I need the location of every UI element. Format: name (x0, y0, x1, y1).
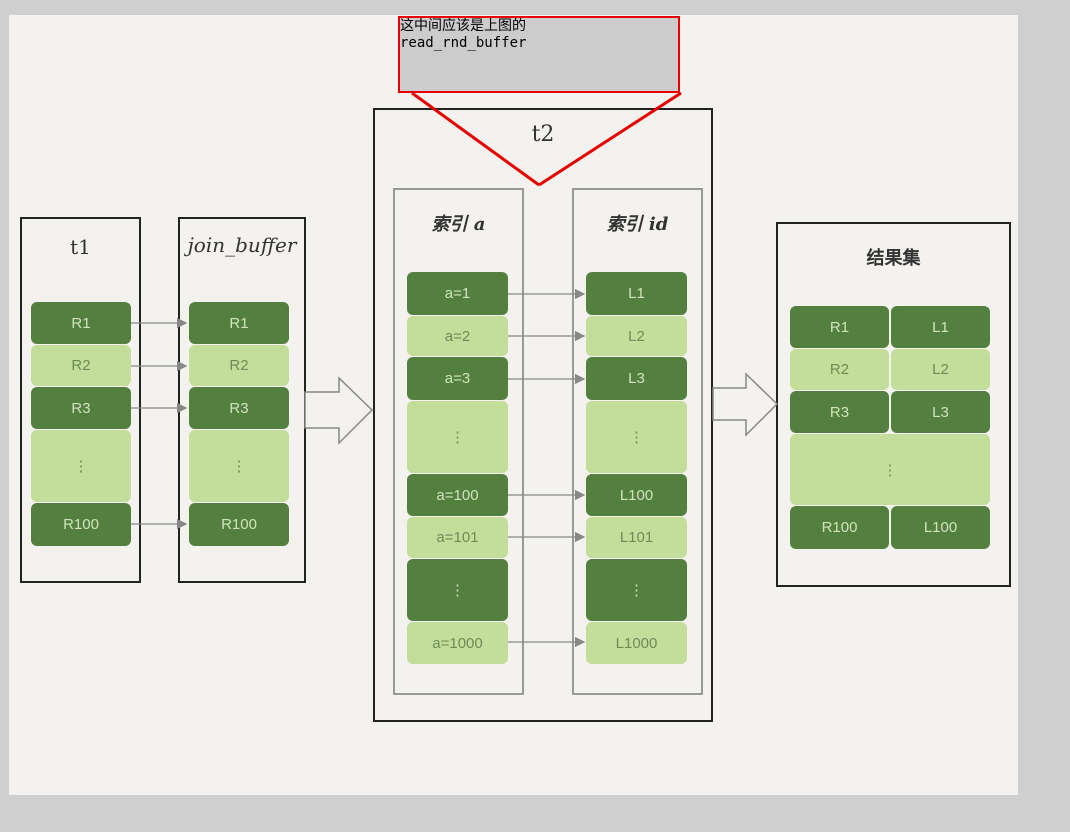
result-row3-l: L3 (891, 391, 990, 433)
t1-row-r100: R100 (31, 503, 131, 546)
t1-row-r2: R2 (31, 345, 131, 386)
index-id-row-ellipsis-2: ⋮ (586, 559, 687, 621)
result-row3-r: R3 (790, 391, 889, 433)
join-buffer-row-ellipsis: ⋮ (189, 430, 289, 502)
join-buffer-row-r1: R1 (189, 302, 289, 344)
index-id-title: 索引 id (606, 214, 669, 235)
annotation-note-line2: read_rnd_buffer (400, 35, 527, 51)
index-a-row-2: a=2 (407, 316, 508, 356)
result-row1-r: R1 (790, 306, 889, 348)
result-row100-r: R100 (790, 506, 889, 549)
t1-title: t1 (70, 235, 91, 259)
join-buffer-row-r2: R2 (189, 345, 289, 386)
index-a-row-100: a=100 (407, 474, 508, 516)
join-buffer-row-r3: R3 (189, 387, 289, 429)
annotation-note: 这中间应该是上图的 read_rnd_buffer (398, 16, 680, 93)
index-id-row-l3: L3 (586, 357, 687, 400)
annotation-note-line1: 这中间应该是上图的 (400, 18, 526, 34)
index-a-title: 索引 a (431, 214, 486, 235)
result-row2-r: R2 (790, 349, 889, 390)
index-a-row-3: a=3 (407, 357, 508, 400)
index-id-row-l100: L100 (586, 474, 687, 516)
index-id-row-l101: L101 (586, 517, 687, 558)
index-a-row-101: a=101 (407, 517, 508, 558)
join-buffer-title: join_buffer (187, 233, 297, 257)
result-set-title: 结果集 (866, 248, 921, 269)
index-a-row-1: a=1 (407, 272, 508, 315)
index-a-row-ellipsis-2: ⋮ (407, 559, 508, 621)
index-id-row-l2: L2 (586, 316, 687, 356)
index-id-row-l1000: L1000 (586, 622, 687, 664)
result-row-ellipsis: ⋮ (790, 434, 990, 505)
result-row2-l: L2 (891, 349, 990, 390)
index-a-row-ellipsis-1: ⋮ (407, 401, 508, 473)
t1-row-r3: R3 (31, 387, 131, 429)
index-a-row-1000: a=1000 (407, 622, 508, 664)
index-id-row-l1: L1 (586, 272, 687, 315)
join-buffer-row-r100: R100 (189, 503, 289, 546)
result-row1-l: L1 (891, 306, 990, 348)
t1-row-ellipsis: ⋮ (31, 430, 131, 502)
index-id-row-ellipsis-1: ⋮ (586, 401, 687, 473)
result-row100-l: L100 (891, 506, 990, 549)
t1-row-r1: R1 (31, 302, 131, 344)
t2-title: t2 (531, 122, 555, 147)
